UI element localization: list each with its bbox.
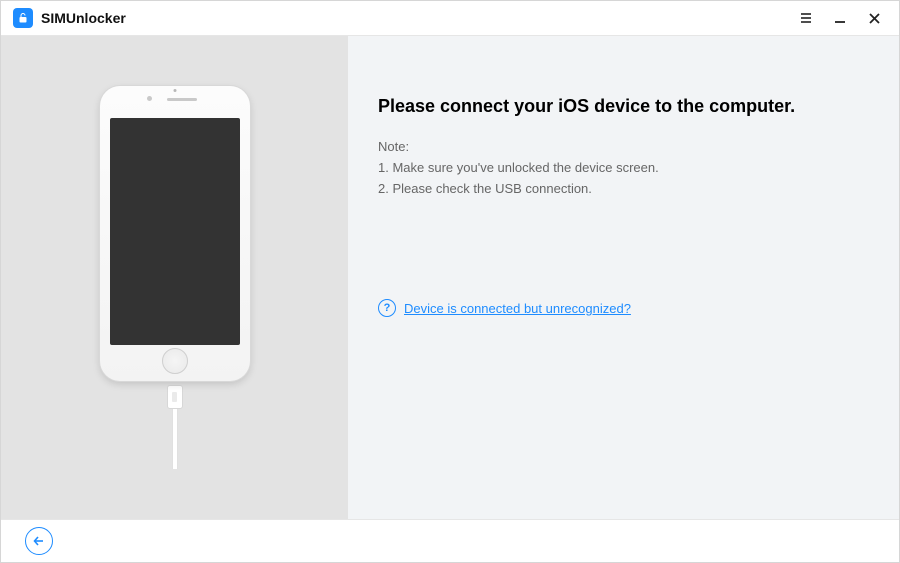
note-line-1: 1. Make sure you've unlocked the device … <box>378 158 869 179</box>
phone-illustration <box>100 86 250 469</box>
app-logo-icon <box>13 8 33 28</box>
minimize-icon <box>833 11 847 25</box>
help-row: ? Device is connected but unrecognized? <box>378 299 869 317</box>
back-button[interactable] <box>25 527 53 555</box>
device-illustration-pane <box>1 36 348 519</box>
page-heading: Please connect your iOS device to the co… <box>378 96 869 117</box>
arrow-left-icon <box>32 534 46 548</box>
app-window: SIMUnlocker Please connect y <box>0 0 900 563</box>
minimize-button[interactable] <box>823 1 857 35</box>
cable-icon <box>172 409 178 469</box>
help-icon: ? <box>378 299 396 317</box>
app-title: SIMUnlocker <box>41 10 126 26</box>
help-link[interactable]: Device is connected but unrecognized? <box>404 301 631 316</box>
note-label: Note: <box>378 137 869 158</box>
content-area: Please connect your iOS device to the co… <box>1 36 899 519</box>
notes-block: Note: 1. Make sure you've unlocked the d… <box>378 137 869 199</box>
cable-plug-icon <box>167 385 183 409</box>
note-line-2: 2. Please check the USB connection. <box>378 179 869 200</box>
bottom-bar <box>1 519 899 562</box>
title-bar: SIMUnlocker <box>1 1 899 36</box>
menu-button[interactable] <box>789 1 823 35</box>
close-button[interactable] <box>857 1 891 35</box>
menu-icon <box>799 11 813 25</box>
instruction-pane: Please connect your iOS device to the co… <box>348 36 899 519</box>
close-icon <box>868 12 881 25</box>
